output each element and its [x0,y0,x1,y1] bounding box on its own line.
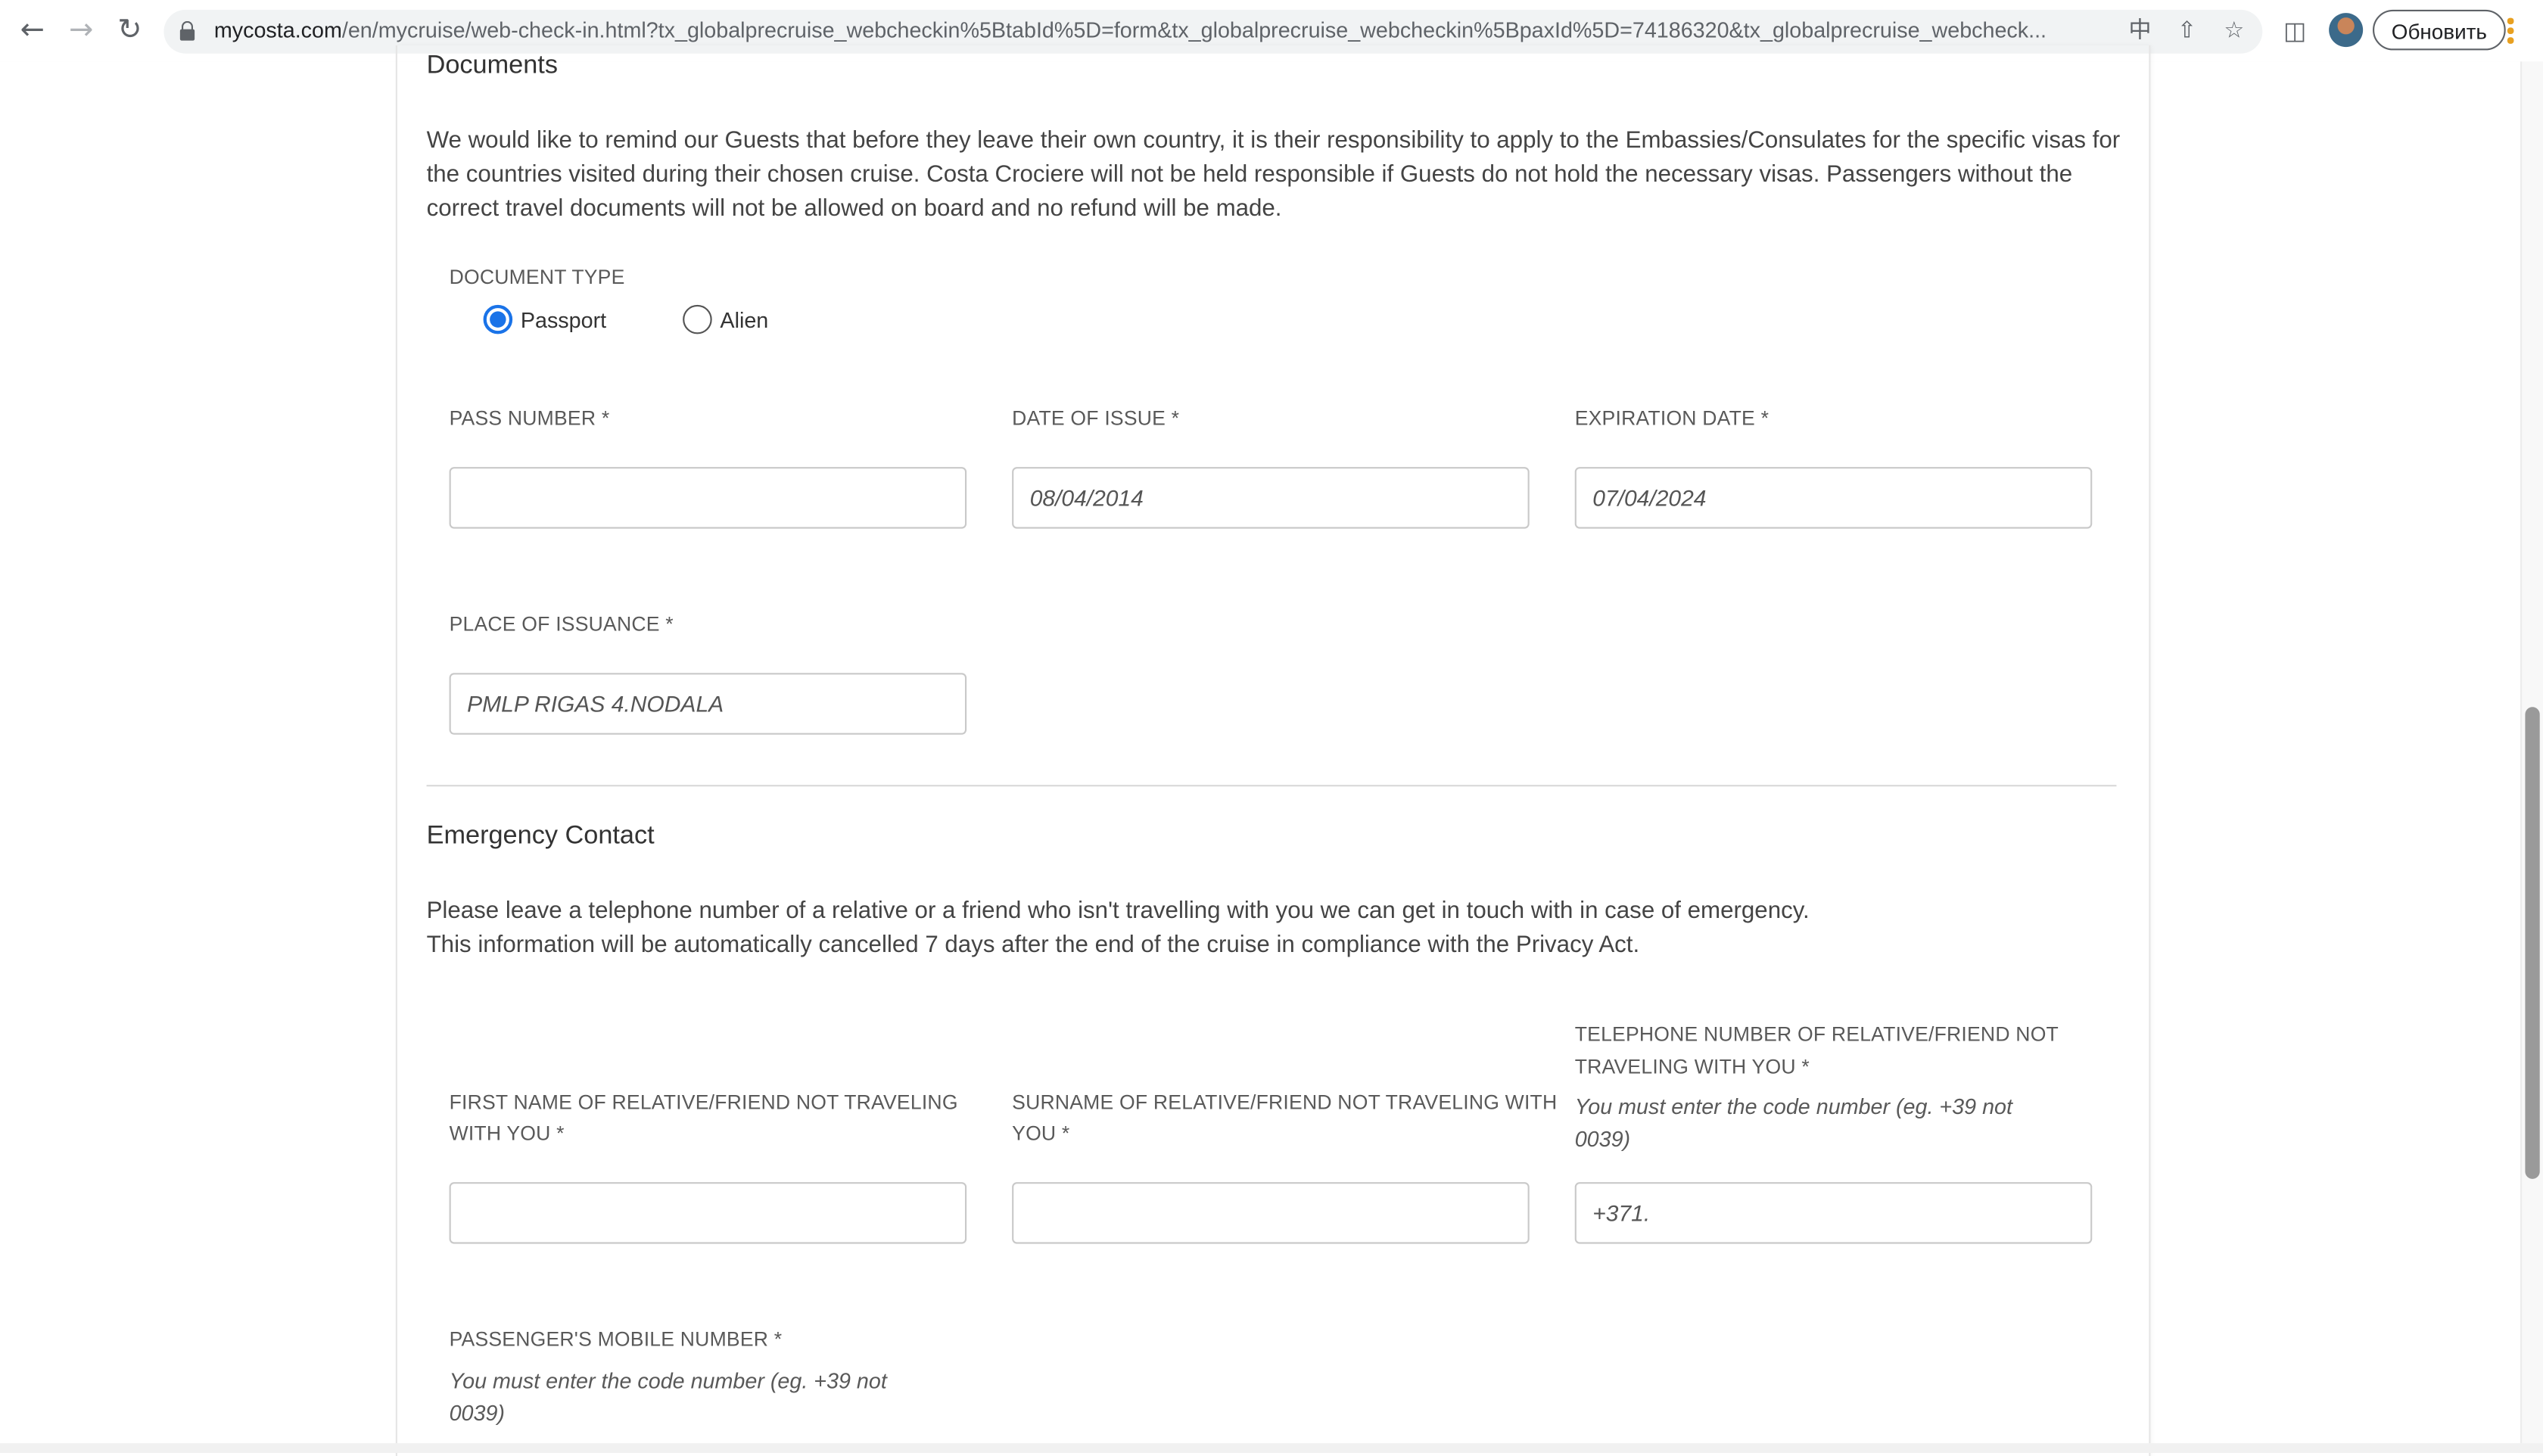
mobile-number-label: PASSENGER'S MOBILE NUMBER * [449,1328,783,1351]
reload-icon[interactable]: ↻ [114,14,146,47]
place-of-issuance-input[interactable]: PMLP RIGAS 4.NODALA [449,673,967,735]
star-icon[interactable]: ☆ [2218,16,2249,47]
pass-number-label: PASS NUMBER * [449,406,610,430]
side-panel-icon[interactable]: ◫ [2279,14,2311,47]
telephone-label-line-2: TRAVELING WITH YOU * [1574,1056,1810,1078]
url-host: mycosta.com [213,17,342,42]
documents-title: Documents [426,51,558,79]
window-bottom-edge [0,1443,2543,1453]
share-icon[interactable]: ⇧ [2171,16,2202,47]
telephone-label-line-1: TELEPHONE NUMBER OF RELATIVE/FRIEND NOT [1574,1023,2059,1047]
back-arrow-icon[interactable]: ← [16,14,48,47]
telephone-value: +371. [1592,1199,1651,1226]
url-text[interactable]: mycosta.com/en/mycruise/web-check-in.htm… [214,18,2109,42]
telephone-hint-line-2: 0039) [1574,1127,1631,1152]
lock-icon[interactable] [179,20,195,41]
checkin-form-card [395,45,2151,1456]
date-of-issue-input[interactable]: 08/04/2014 [1012,467,1530,529]
document-type-label: DOCUMENT TYPE [449,266,625,289]
emergency-info-line-1: Please leave a telephone number of a rel… [426,898,1810,925]
documents-reminder: We would like to remind our Guests that … [426,128,2121,222]
surname-label-line-1: SURNAME OF RELATIVE/FRIEND NOT TRAVELING… [1012,1091,1558,1115]
first-name-label-line-1: FIRST NAME OF RELATIVE/FRIEND NOT TRAVEL… [449,1091,958,1115]
alien-radio[interactable] [683,304,712,334]
alien-radio-label[interactable]: Alien [720,308,768,332]
kebab-menu-icon[interactable] [2502,14,2518,47]
emergency-contact-title: Emergency Contact [426,822,655,850]
forward-arrow-icon[interactable]: → [65,14,98,47]
emergency-info-line-2: This information will be automatically c… [426,932,1640,959]
surname-input[interactable] [1012,1182,1530,1244]
expiration-date-input[interactable]: 07/04/2024 [1574,467,2093,529]
place-of-issuance-value: PMLP RIGAS 4.NODALA [467,690,724,717]
translate-icon[interactable]: 中 [2124,16,2155,47]
section-divider [426,785,2117,787]
expiration-date-label: EXPIRATION DATE * [1574,406,1770,430]
date-of-issue-label: DATE OF ISSUE * [1012,406,1180,430]
pass-number-input[interactable] [449,467,967,529]
surname-label-line-2: YOU * [1012,1122,1070,1145]
telephone-hint-line-1: You must enter the code number (eg. +39 … [1574,1094,2012,1119]
vertical-scrollbar[interactable] [2520,61,2543,1444]
first-name-input[interactable] [449,1182,967,1244]
scrollbar-thumb[interactable] [2525,707,2540,1179]
first-name-label-line-2: WITH YOU * [449,1122,565,1145]
expiration-date-value: 07/04/2024 [1592,484,1707,511]
passport-radio[interactable] [483,304,513,334]
profile-avatar[interactable] [2329,13,2364,48]
passport-radio-label[interactable]: Passport [521,308,606,332]
mobile-hint-line-2: 0039) [449,1401,505,1426]
url-path: /en/mycruise/web-check-in.html?tx_global… [341,17,2047,42]
date-of-issue-value: 08/04/2014 [1029,484,1144,511]
telephone-input[interactable]: +371. [1574,1182,2093,1244]
mobile-hint-line-1: You must enter the code number (eg. +39 … [449,1368,887,1393]
place-of-issuance-label: PLACE OF ISSUANCE * [449,613,674,636]
update-button[interactable]: Обновить [2373,9,2506,51]
